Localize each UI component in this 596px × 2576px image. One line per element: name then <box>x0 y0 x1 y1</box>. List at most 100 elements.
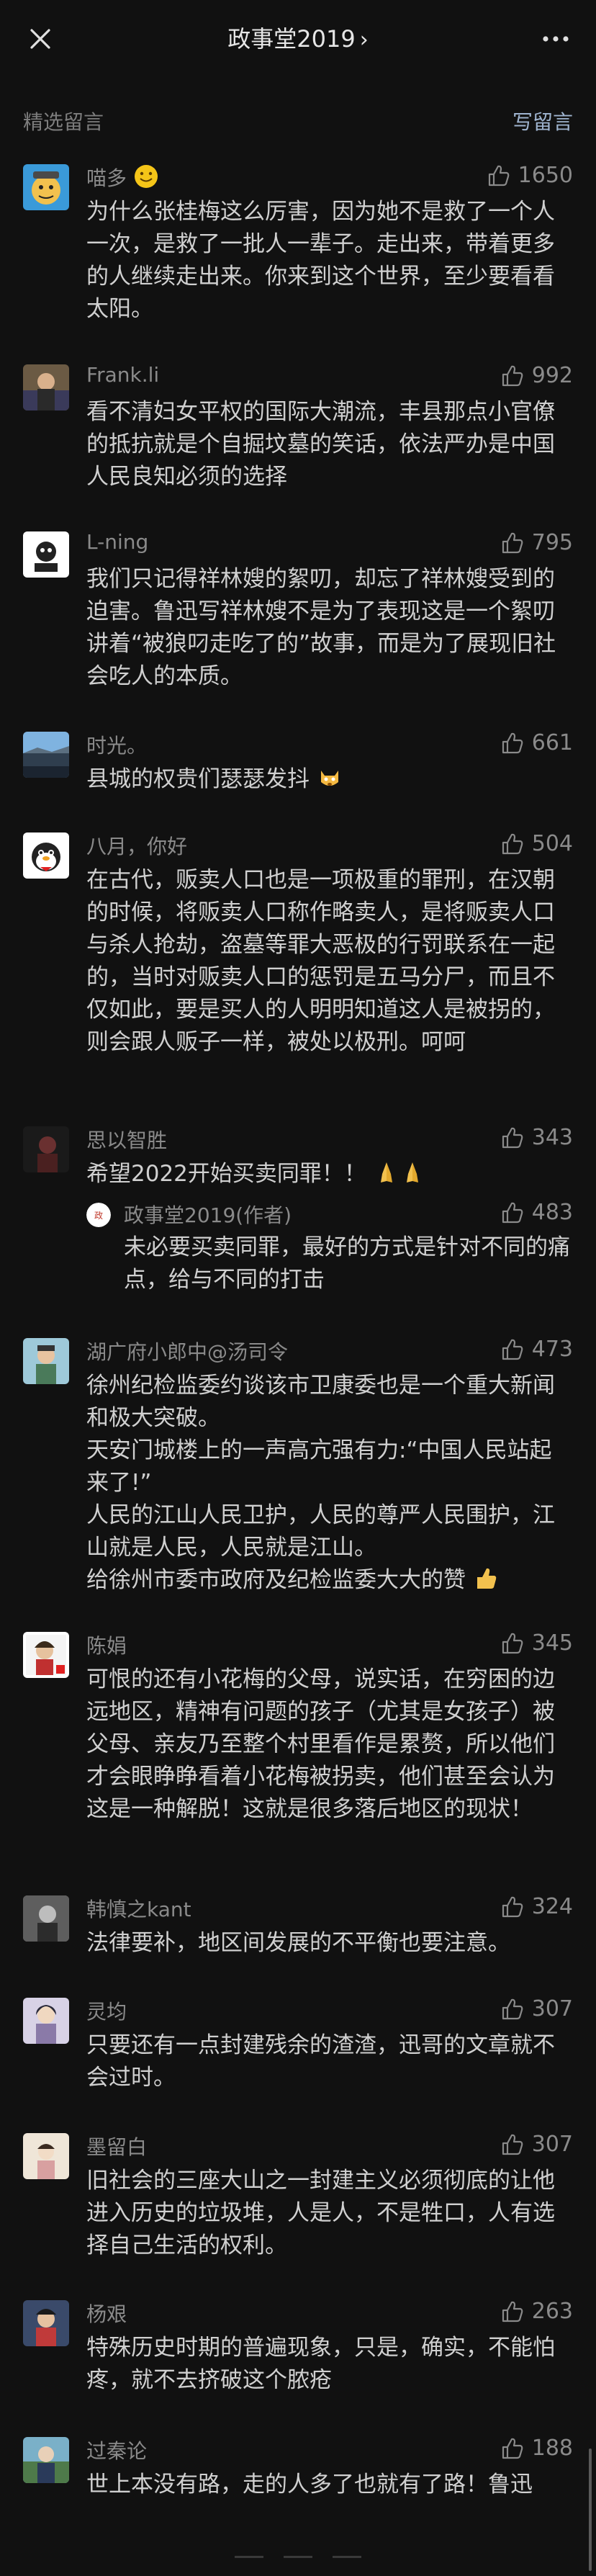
comment-item: L-ning 795 我们只记得祥林嫂的絮叨，却忘了祥林嫂受到的迫害。鲁迅写祥林… <box>0 530 596 690</box>
page-title[interactable]: 政事堂2019 › <box>0 22 596 58</box>
like-count: 307 <box>531 1996 573 2021</box>
comment-author: 喵多 <box>86 163 159 192</box>
thumbs-up-emoji-icon <box>477 1568 497 1589</box>
comment-author: Frank.li <box>86 363 160 387</box>
author-avatar[interactable]: 政 <box>86 1203 111 1227</box>
like-count: 661 <box>531 730 573 755</box>
thumb-up-icon <box>502 1339 523 1360</box>
comment-body: 希望2022开始买卖同罪！！ <box>86 1158 573 1190</box>
top-bar: 政事堂2019 › <box>0 0 596 78</box>
comment-item: 过秦论 188 世上本没有路，走的人多了也就有了路！鲁迅 <box>0 2436 596 2516</box>
comment-body: 为什么张桂梅这么厉害，因为她不是救了一个人一次，是救了一批人一辈子。走出来，带着… <box>86 199 555 322</box>
like-button[interactable]: 345 <box>500 1630 573 1656</box>
avatar[interactable] <box>23 1338 69 1384</box>
scared-cat-emoji-icon <box>320 771 338 786</box>
avatar[interactable] <box>23 1895 69 1942</box>
like-button[interactable]: 504 <box>500 831 573 856</box>
avatar[interactable] <box>23 2437 69 2483</box>
like-button[interactable]: 343 <box>500 1125 573 1150</box>
like-button[interactable]: 661 <box>500 730 573 755</box>
like-count: 1650 <box>518 163 573 188</box>
comment-body: 徐州纪检监委约谈该市卫康委也是一个重大新闻和极大突破。 天安门城楼上的一声高亢强… <box>86 1373 555 1593</box>
comment-author: 墨留白 <box>86 2135 148 2159</box>
avatar[interactable] <box>23 164 69 210</box>
comment-author: 时光。 <box>86 734 148 758</box>
like-count: 188 <box>531 2436 573 2461</box>
avatar[interactable] <box>23 2300 69 2346</box>
section-label: 精选留言 <box>23 110 104 134</box>
comment-item: 湖广府小郎中@汤司令 473 徐州纪检监委约谈该市卫康委也是一个重大新闻和极大突… <box>0 1337 596 1619</box>
thumb-up-icon <box>502 365 523 386</box>
chevron-right-icon: › <box>359 27 369 53</box>
write-comment-link[interactable]: 写留言 <box>513 107 573 135</box>
more-icon[interactable] <box>540 26 572 52</box>
avatar[interactable] <box>23 531 69 578</box>
comment-body: 只要还有一点封建残余的渣渣，迅哥的文章就不会过时。 <box>86 2032 555 2091</box>
comment-body: 特殊历史时期的普遍现象，只是，确实，不能怕疼，就不去挤破这个脓疮 <box>86 2335 555 2393</box>
like-count: 473 <box>531 1337 573 1362</box>
reply-author: 政事堂2019(作者) <box>124 1203 292 1227</box>
avatar[interactable] <box>23 2133 69 2179</box>
comment-item: 陈娟 345 可恨的还有小花梅的父母，说实话，在穷困的边远地区，精神有问题的孩子… <box>0 1630 596 1862</box>
thumb-up-icon <box>502 532 523 553</box>
comment-item: 灵均 307 只要还有一点封建残余的渣渣，迅哥的文章就不会过时。 <box>0 1996 596 2099</box>
thumb-up-icon <box>502 1998 523 2019</box>
author-reply: 政 政事堂2019(作者) 483 未必要买卖同罪，最好的方式是针对不同的痛点，… <box>86 1200 573 1302</box>
like-button[interactable]: 795 <box>500 530 573 555</box>
like-button[interactable]: 992 <box>500 363 573 388</box>
comment-author: L-ning <box>86 530 149 554</box>
comment-body: 法律要补，地区间发展的不平衡也要注意。 <box>86 1930 510 1956</box>
comment-author: 杨艰 <box>86 2302 127 2326</box>
like-button[interactable]: 188 <box>500 2436 573 2461</box>
thumb-up-icon <box>502 2134 523 2155</box>
avatar[interactable] <box>23 833 69 879</box>
like-count: 483 <box>531 1200 573 1225</box>
comment-author: 湖广府小郎中@汤司令 <box>86 1340 289 1364</box>
comment-author: 灵均 <box>86 2000 127 2024</box>
comment-author: 韩慎之kant <box>86 1898 191 1921</box>
thumb-up-icon <box>502 1202 523 1223</box>
thumb-up-icon <box>502 1896 523 1917</box>
comment-item: 时光。 661 县城的权贵们瑟瑟发抖 <box>0 730 596 796</box>
like-button[interactable]: 307 <box>500 1996 573 2021</box>
comment-item: 思以智胜 343 希望2022开始买卖同罪！！ 政 政事堂2019(作者) 48… <box>0 1125 596 1306</box>
like-count: 992 <box>531 363 573 388</box>
avatar[interactable] <box>23 1126 69 1172</box>
avatar[interactable] <box>23 1998 69 2044</box>
like-button[interactable]: 483 <box>500 1200 573 1225</box>
avatar[interactable] <box>23 732 69 778</box>
avatar[interactable] <box>23 364 69 410</box>
like-button[interactable]: 307 <box>500 2132 573 2157</box>
comment-body: 看不清妇女平权的国际大潮流，丰县那点小官僚的抵抗就是个自掘坟墓的笑话，依法严办是… <box>86 399 555 490</box>
comment-item: 墨留白 307 旧社会的三座大山之一封建主义必须彻底的让他进入历史的垃圾堆，人是… <box>0 2132 596 2263</box>
comment-body: 我们只记得祥林嫂的絮叨，却忘了祥林嫂受到的迫害。鲁迅写祥林嫂不是为了表现这是一个… <box>86 566 556 689</box>
thumb-up-icon <box>502 1633 523 1653</box>
pray-emoji-icon <box>406 1162 418 1182</box>
like-button[interactable]: 473 <box>500 1337 573 1362</box>
comment-item: 韩慎之kant 324 法律要补，地区间发展的不平衡也要注意。 <box>0 1894 596 1975</box>
like-count: 324 <box>531 1894 573 1919</box>
avatar[interactable] <box>23 1632 69 1678</box>
smile-emoji-icon <box>134 165 158 188</box>
like-count: 307 <box>531 2132 573 2157</box>
like-button[interactable]: 1650 <box>487 163 573 188</box>
comment-author: 过秦论 <box>86 2439 148 2463</box>
comment-author: 思以智胜 <box>86 1128 168 1152</box>
comment-body: 县城的权贵们瑟瑟发抖 <box>86 763 573 796</box>
pray-emoji-icon <box>380 1162 392 1182</box>
like-count: 795 <box>531 530 573 555</box>
thumb-up-icon <box>488 165 509 186</box>
like-count: 343 <box>531 1125 573 1150</box>
like-button[interactable]: 263 <box>500 2299 573 2324</box>
like-count: 504 <box>531 831 573 856</box>
comment-body: 在古代，贩卖人口也是一项极重的罪刑，在汉朝的时候，将贩卖人口称作略卖人，是将贩卖… <box>86 867 555 1055</box>
comment-item: 八月，你好 504 在古代，贩卖人口也是一项极重的罪刑，在汉朝的时候，将贩卖人口… <box>0 831 596 1092</box>
thumb-up-icon <box>502 732 523 753</box>
like-count: 345 <box>531 1630 573 1656</box>
comments-section-header: 精选留言 写留言 <box>0 101 596 135</box>
comment-item: 喵多 1650 为什么张桂梅这么厉害，因为她不是救了一个人一次，是救了一批人一辈… <box>0 163 596 323</box>
comment-author: 陈娟 <box>86 1634 127 1658</box>
comment-item: 杨艰 263 特殊历史时期的普遍现象，只是，确实，不能怕疼，就不去挤破这个脓疮 <box>0 2299 596 2401</box>
comment-author: 八月，你好 <box>86 835 188 858</box>
like-button[interactable]: 324 <box>500 1894 573 1919</box>
